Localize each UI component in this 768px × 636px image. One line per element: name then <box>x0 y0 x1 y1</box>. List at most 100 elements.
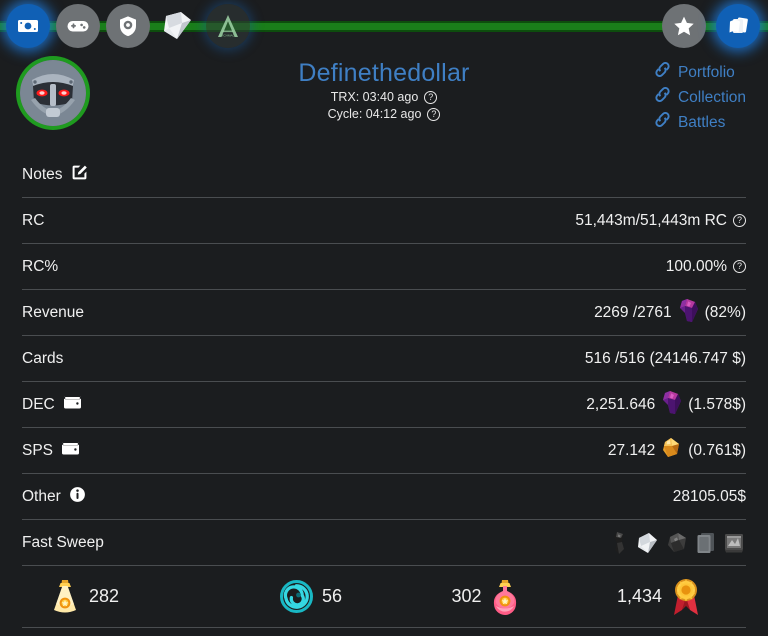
row-rc-percent: RC% 100.00% ? <box>22 244 746 290</box>
sps-crystal-icon <box>661 437 682 464</box>
trx-help-icon[interactable]: ? <box>424 91 438 104</box>
resource-merit-value: 1,434 <box>616 586 663 606</box>
dec-crystal-icon <box>661 390 682 420</box>
glint-spiral-icon <box>279 580 313 613</box>
svg-text:ARCHMAGE: ARCHMAGE <box>219 34 237 38</box>
page-title[interactable]: Definethedollar <box>0 58 768 88</box>
resource-potion-pink[interactable]: 302 <box>398 578 572 616</box>
letter-a-logo-icon: ARCHMAGE <box>213 11 243 41</box>
link-collection-label: Collection <box>677 89 746 106</box>
row-fast-sweep: Fast Sweep <box>22 520 746 566</box>
dec-value-group: 2,251.646 (1.578$) <box>586 390 746 420</box>
row-revenue: Revenue 2269 /2761 (82%) <box>22 290 746 336</box>
row-rc-label: RC <box>22 211 45 229</box>
link-collection[interactable]: Collection <box>654 87 746 109</box>
row-cards: Cards 516 /516 (24146.747 $) <box>22 336 746 382</box>
profile-header: Definethedollar TRX: 03:40 ago ? Cycle: … <box>0 52 768 152</box>
rc-percent-help-icon[interactable]: ? <box>733 260 746 273</box>
row-other-label: Other <box>22 487 61 505</box>
sweep-item-card-icon[interactable] <box>695 531 716 555</box>
link-chain-icon <box>654 112 671 134</box>
cycle-help-icon[interactable]: ? <box>427 108 441 121</box>
dec-crystal-icon <box>678 298 699 328</box>
other-label-group: Other <box>22 486 86 508</box>
link-chain-icon <box>654 62 671 84</box>
nav-guild-button[interactable] <box>106 4 150 48</box>
cards-label-group: Cards <box>22 350 63 368</box>
nav-collection-button[interactable] <box>716 4 760 48</box>
nav-money-button[interactable] <box>6 4 50 48</box>
sweep-item-rock-icon[interactable] <box>666 531 689 554</box>
link-portfolio-label: Portfolio <box>677 64 735 81</box>
resource-summary-bar: 282 56 302 1,434 <box>22 566 746 628</box>
edit-pencil-icon[interactable] <box>71 164 88 186</box>
resource-merit[interactable]: 1,434 <box>572 577 746 617</box>
cards-icon <box>160 9 196 43</box>
wallet-icon[interactable] <box>61 440 80 461</box>
dec-label-group: DEC <box>22 394 82 415</box>
gamepad-icon <box>65 13 91 39</box>
external-links-group: Portfolio Collection Battles <box>654 62 746 134</box>
sweep-item-dark-icon[interactable] <box>610 531 630 555</box>
cards-value-group: 516 /516 (24146.747 $) <box>585 350 746 368</box>
merit-medal-icon <box>671 577 701 617</box>
row-sps-label: SPS <box>22 441 54 459</box>
row-dec-suffix: (1.578$) <box>688 395 746 413</box>
sweep-item-scroll-icon[interactable] <box>722 531 746 554</box>
row-revenue-value: 2269 /2761 <box>594 303 672 321</box>
row-dec-value: 2,251.646 <box>586 395 656 413</box>
sps-value-group: 27.142 (0.761$) <box>608 437 746 464</box>
rc-percent-label-group: RC% <box>22 258 58 276</box>
trx-timestamp-row: TRX: 03:40 ago ? <box>0 90 768 105</box>
row-rc-value: 51,443m/51,443m RC <box>575 211 727 229</box>
revenue-label-group: Revenue <box>22 304 84 322</box>
row-revenue-suffix: (82%) <box>704 303 746 321</box>
nav-favorites-button[interactable] <box>662 4 706 48</box>
top-navigation-bar: ARCHMAGE <box>0 0 768 52</box>
rc-percent-value-group: 100.00% ? <box>666 258 746 276</box>
link-portfolio[interactable]: Portfolio <box>654 62 746 84</box>
info-icon[interactable] <box>69 486 86 508</box>
potion-gold-icon <box>50 578 80 616</box>
other-value-group: 28105.05$ <box>673 488 746 506</box>
row-sps-value: 27.142 <box>607 441 656 459</box>
resource-potion-gold[interactable]: 282 <box>22 578 224 616</box>
row-other-value: 28105.05$ <box>672 487 746 505</box>
money-icon <box>16 14 40 38</box>
row-other: Other 28105.05$ <box>22 474 746 520</box>
trx-timestamp-label: TRX: 03:40 ago <box>330 90 419 104</box>
identity-block: Definethedollar TRX: 03:40 ago ? Cycle: … <box>0 58 768 122</box>
row-cards-label: Cards <box>22 349 64 367</box>
row-fast-sweep-label: Fast Sweep <box>22 533 104 551</box>
fast-sweep-icon-group <box>610 531 746 555</box>
resource-glint-value: 56 <box>321 586 343 606</box>
notes-label-group: Notes <box>22 164 88 186</box>
nav-cards-button[interactable] <box>156 4 200 48</box>
row-sps: SPS 27.142 (0.761$) <box>22 428 746 474</box>
cycle-timestamp-label: Cycle: 04:12 ago <box>327 107 422 121</box>
resource-potion-pink-value: 302 <box>451 586 482 606</box>
link-battles[interactable]: Battles <box>654 112 746 134</box>
row-revenue-label: Revenue <box>22 303 85 321</box>
shield-icon <box>116 14 140 38</box>
card-stack-icon <box>726 14 751 39</box>
wallet-icon[interactable] <box>63 394 82 415</box>
nav-archmage-button[interactable]: ARCHMAGE <box>206 4 250 48</box>
link-chain-icon <box>654 87 671 109</box>
row-sps-suffix: (0.761$) <box>688 441 746 459</box>
link-battles-label: Battles <box>677 114 726 131</box>
top-nav-right-group <box>662 4 760 48</box>
rc-value-group: 51,443m/51,443m RC ? <box>575 212 746 230</box>
rc-help-icon[interactable]: ? <box>733 214 746 227</box>
row-rc: RC 51,443m/51,443m RC ? <box>22 198 746 244</box>
row-rc-percent-value: 100.00% <box>665 257 727 275</box>
sweep-item-paper-icon[interactable] <box>636 531 660 555</box>
resource-glint[interactable]: 56 <box>224 580 398 613</box>
rc-label-group: RC <box>22 212 44 230</box>
nav-battles-button[interactable] <box>56 4 100 48</box>
fast-sweep-label-group: Fast Sweep <box>22 534 104 552</box>
row-notes: Notes <box>22 152 746 198</box>
stats-table: Notes RC 51,443m/51,443m RC ? RC% 100.00… <box>0 152 768 566</box>
cycle-timestamp-row: Cycle: 04:12 ago ? <box>0 107 768 122</box>
row-notes-label: Notes <box>22 165 63 183</box>
